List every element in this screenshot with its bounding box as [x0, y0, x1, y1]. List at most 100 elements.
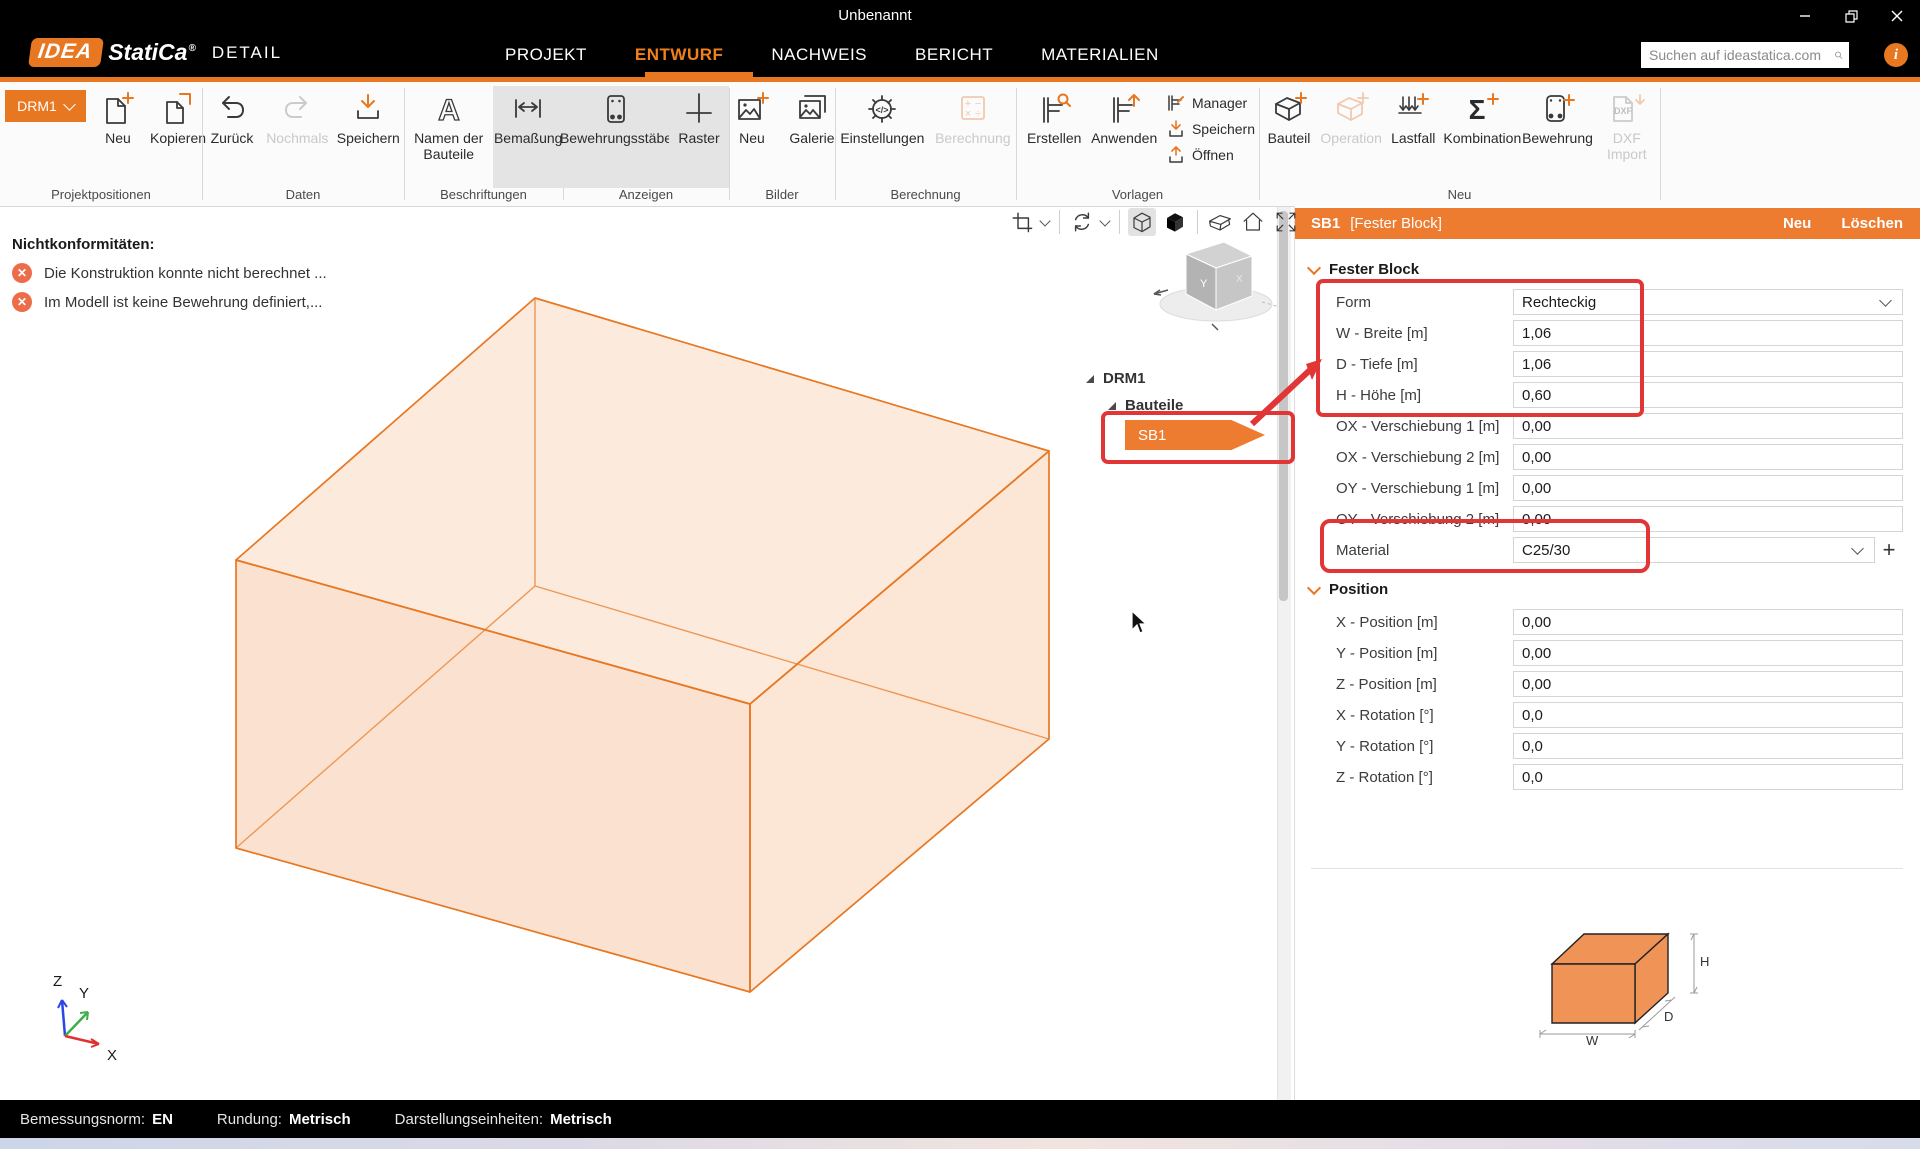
tree-node-project[interactable]: DRM1 [1086, 365, 1183, 392]
template-save-item[interactable]: Speichern [1166, 118, 1255, 140]
tab-bericht[interactable]: BERICHT [915, 45, 993, 65]
home-view-button[interactable] [1239, 208, 1267, 236]
add-material-button[interactable]: + [1875, 537, 1903, 563]
property-row-xrot: X - Rotation [°] [1336, 702, 1903, 728]
model-viewport[interactable] [0, 207, 1276, 1100]
ribbon: DRM1 Neu Kopieren Pro [0, 82, 1920, 207]
title-bar: Unbenannt [0, 0, 1920, 32]
navigation-cube[interactable]: Y X [1150, 232, 1285, 332]
product-name: DETAIL [212, 43, 282, 63]
property-row-ypos: Y - Position [m] [1336, 640, 1903, 666]
solid-view-button[interactable] [1161, 208, 1189, 236]
tab-nachweis[interactable]: NACHWEIS [771, 45, 867, 65]
new-picture-button[interactable]: Neu [722, 86, 782, 148]
block-dimension-diagram: W H D [1538, 918, 1710, 1046]
cuboid-disabled-icon [1332, 90, 1370, 128]
restore-button[interactable] [1828, 0, 1874, 32]
clip-view-button[interactable] [1206, 208, 1234, 236]
search-input[interactable] [1641, 47, 1834, 63]
oy1-input[interactable] [1513, 475, 1903, 501]
template-create-button[interactable]: Erstellen [1022, 86, 1086, 148]
svg-text:Y: Y [1200, 278, 1208, 290]
tab-entwurf[interactable]: ENTWURF [635, 45, 723, 65]
wireframe-view-button[interactable] [1128, 208, 1156, 236]
error-icon: ✕ [12, 292, 32, 312]
ox2-input[interactable] [1513, 444, 1903, 470]
calculator-icon: + − × ÷ [955, 90, 991, 128]
undo-button[interactable]: Zurück [202, 86, 262, 148]
property-panel-header: SB1 [Fester Block] Neu Löschen [1295, 208, 1920, 239]
rebar-section-icon [598, 90, 634, 128]
settings-button[interactable]: </> Einstellungen [835, 86, 930, 148]
nonconformities-title: Nichtkonformitäten: [12, 236, 327, 253]
new-member-button[interactable]: Bauteil [1259, 86, 1319, 148]
gallery-button[interactable]: Galerie [782, 86, 842, 148]
close-button[interactable] [1874, 0, 1920, 32]
project-position-selector[interactable]: DRM1 [5, 90, 86, 122]
panel-new-button[interactable]: Neu [1783, 215, 1811, 232]
idea-logo: IDEA [28, 38, 104, 67]
chevron-down-icon[interactable] [1099, 215, 1110, 226]
nonconformity-item[interactable]: ✕ Im Modell ist keine Bewehrung definier… [12, 292, 327, 312]
rotate-view-button[interactable] [1068, 208, 1096, 236]
search-box [1641, 42, 1849, 68]
grid-toggle[interactable]: Raster [669, 86, 729, 188]
new-reinforcement-button[interactable]: Bewehrung [1521, 86, 1593, 148]
new-document-icon [100, 90, 136, 128]
x-rotation-input[interactable] [1513, 702, 1903, 728]
dxf-import-button: DXF DXF Import [1594, 86, 1660, 164]
section-fester-block[interactable]: Fester Block [1309, 259, 1920, 279]
grid-axes-icon [681, 90, 717, 128]
rotate-icon [1070, 210, 1094, 234]
gear-code-icon: </> [864, 90, 900, 128]
fullscreen-arrows-icon [1274, 210, 1298, 234]
template-save-icon [1166, 120, 1186, 138]
y-rotation-input[interactable] [1513, 733, 1903, 759]
group-neu: Bauteil Operation [1259, 82, 1660, 206]
new-position-button[interactable]: Neu [88, 86, 148, 148]
info-icon[interactable]: i [1884, 43, 1908, 67]
expander-icon[interactable] [1108, 402, 1116, 410]
chevron-down-icon [1307, 580, 1321, 594]
save-icon [350, 90, 386, 128]
load-arrows-icon [1394, 90, 1432, 128]
taskbar-sliver [0, 1138, 1920, 1149]
rebar-display-toggle[interactable]: Bewehrungsstäbe [563, 86, 669, 188]
copy-position-button[interactable]: Kopieren [148, 86, 208, 148]
status-design-code: Bemessungsnorm: EN [20, 1111, 173, 1128]
app-logo: IDEA StatiCa® DETAIL [30, 38, 282, 67]
chevron-down-icon[interactable] [1039, 215, 1050, 226]
member-names-button[interactable]: A Namen der Bauteile [404, 86, 493, 164]
template-search-icon [1036, 90, 1072, 128]
diagram-d-label: D [1664, 1009, 1673, 1024]
template-open-item[interactable]: Öffnen [1166, 144, 1255, 166]
template-apply-icon [1106, 90, 1142, 128]
svg-text:X: X [1236, 274, 1243, 285]
selected-item-id: SB1 [1311, 215, 1340, 232]
expander-icon[interactable] [1086, 375, 1094, 383]
z-position-input[interactable] [1513, 671, 1903, 697]
save-button[interactable]: Speichern [333, 86, 404, 148]
nonconformity-item[interactable]: ✕ Die Konstruktion konnte nicht berechne… [12, 263, 327, 283]
z-rotation-input[interactable] [1513, 764, 1903, 790]
tab-materialien[interactable]: MATERIALIEN [1041, 45, 1159, 65]
y-position-input[interactable] [1513, 640, 1903, 666]
tab-projekt[interactable]: PROJEKT [505, 45, 587, 65]
new-combination-button[interactable]: Σ Kombination [1443, 86, 1521, 148]
template-apply-button[interactable]: Anwenden [1086, 86, 1162, 148]
zoom-fit-button[interactable] [1272, 208, 1300, 236]
crop-view-button[interactable] [1008, 208, 1036, 236]
section-position[interactable]: Position [1309, 579, 1920, 599]
home-icon [1241, 210, 1265, 234]
template-manager-item[interactable]: Manager [1166, 92, 1255, 114]
new-loadcase-button[interactable]: Lastfall [1383, 86, 1443, 148]
dimension-toggle[interactable]: Bemaßung [493, 86, 563, 188]
redo-button: Nochmals [262, 86, 333, 148]
x-position-input[interactable] [1513, 609, 1903, 635]
status-bar: Bemessungsnorm: EN Rundung: Metrisch Dar… [0, 1100, 1920, 1138]
minimize-button[interactable] [1782, 0, 1828, 32]
template-open-icon [1166, 146, 1186, 164]
group-projektpositionen: DRM1 Neu Kopieren Pro [0, 82, 202, 206]
group-daten: Zurück Nochmals Speichern [202, 82, 404, 206]
panel-delete-button[interactable]: Löschen [1841, 215, 1903, 232]
